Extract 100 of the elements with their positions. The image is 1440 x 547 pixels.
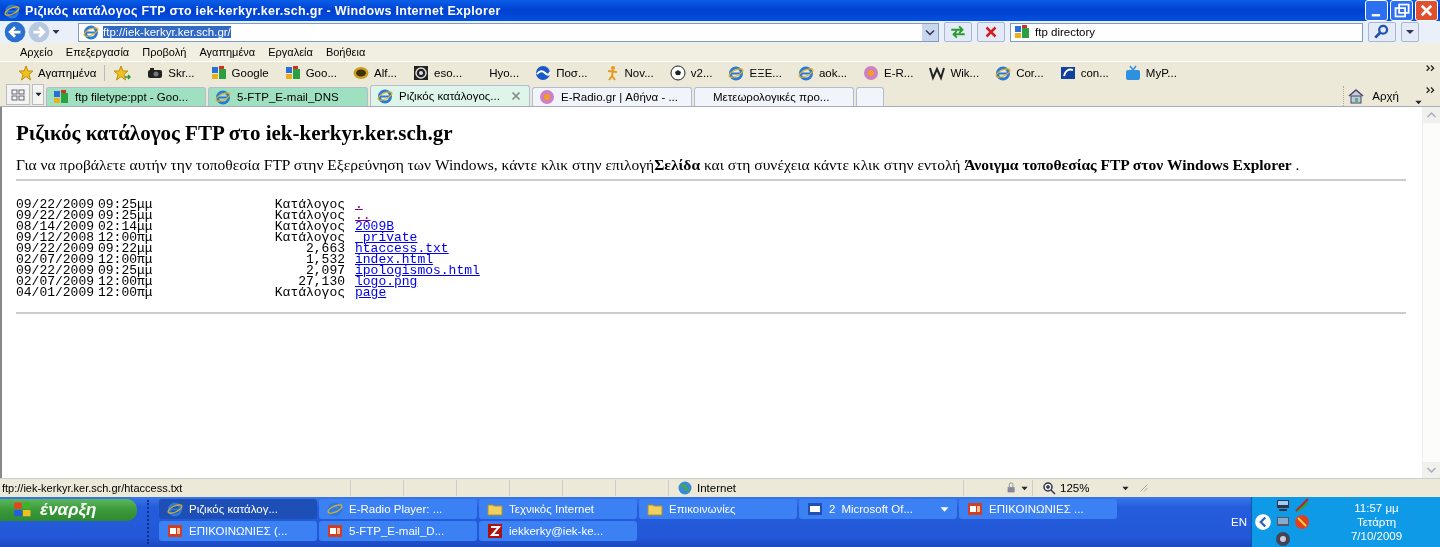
minimize-icon[interactable]	[1365, 0, 1388, 21]
shield-icon[interactable]	[1293, 514, 1311, 530]
search-field[interactable]: ftp directory	[1010, 22, 1363, 42]
house-icon	[1348, 88, 1365, 105]
favorite-link[interactable]: Skr...	[147, 64, 195, 81]
favorite-link[interactable]: con...	[1059, 64, 1109, 81]
disc-icon	[413, 64, 429, 81]
back-icon[interactable]	[4, 21, 26, 43]
refresh-icon[interactable]	[944, 22, 972, 42]
dropdown-icon[interactable]	[1401, 22, 1419, 42]
favorite-link[interactable]: Wik...	[929, 64, 980, 81]
dropdown-icon[interactable]	[1021, 484, 1028, 492]
file-size: Κατάλογος	[273, 232, 345, 244]
ie-logo-icon	[995, 64, 1012, 81]
file-date: 02/07/2009	[16, 254, 95, 266]
menu-item[interactable]: Βοήθεια	[325, 45, 366, 58]
file-link[interactable]: htaccess.txt	[355, 243, 449, 255]
start-button[interactable]: έναρξη	[0, 499, 137, 521]
favorite-link[interactable]: Alf...	[352, 64, 397, 81]
globe-icon	[677, 480, 693, 497]
menu-item[interactable]: Αγαπημένα	[199, 45, 256, 58]
round-app-icon[interactable]	[1274, 531, 1292, 547]
taskbar-button[interactable]: E-Radio Player: ...	[319, 499, 477, 519]
menu-item[interactable]: Προβολή	[142, 45, 187, 58]
file-link[interactable]: index.html	[355, 254, 433, 266]
favorite-link[interactable]: Nov...	[603, 64, 654, 81]
ie-logo-icon	[83, 24, 99, 40]
restore-icon[interactable]	[1390, 0, 1413, 21]
browser-tab[interactable]: E-Radio.gr | Αθήνα - ...	[532, 87, 692, 107]
file-link[interactable]: 2009B	[355, 221, 394, 233]
menu-item[interactable]: Εργαλεία	[268, 45, 313, 58]
browser-tab[interactable]: Ριζικός κατάλογος...	[370, 85, 530, 107]
taskbar-button[interactable]: ΕΠΙΚΟΙΝΩΝΙΕΣ (...	[159, 521, 317, 541]
file-link[interactable]: ..	[355, 210, 371, 222]
file-size: Κατάλογος	[273, 287, 345, 299]
presentation-icon	[167, 523, 183, 539]
address-field[interactable]: ftp://iek-kerkyr.ker.sch.gr/	[78, 22, 939, 42]
ie-logo-icon	[167, 501, 183, 517]
favorite-link[interactable]: Hyo...	[478, 66, 520, 79]
taskbar-button[interactable]: 5-FTP_E-mail_D...	[319, 521, 477, 541]
ie-logo-icon	[377, 88, 393, 105]
flower-icon	[539, 89, 555, 106]
ie-logo-icon	[327, 501, 343, 517]
taskbar-button[interactable]: Τεχνικός Internet	[479, 499, 637, 519]
menu-item[interactable]: Επεξεργασία	[65, 45, 130, 58]
favorite-link[interactable]: ΕΞΕ...	[728, 64, 782, 81]
search-icon[interactable]	[1368, 22, 1396, 42]
file-link[interactable]: ipologismos.html	[355, 265, 480, 277]
instruction-text: Για να προβάλετε αυτήν την τοποθεσία FTP στην Εξερεύνηση των Windows, κάντε κλικ στην επιλογήΣελίδα και στη συνέχεια κάντε κλικ στην εντολή Άνοιγμα τοποθεσίας FTP στον Windows Explorer .	[16, 156, 1301, 174]
browser-tab[interactable]: ftp filetype:ppt - Goo...	[46, 87, 206, 107]
file-link[interactable]: _private	[355, 232, 418, 244]
taskbar-button[interactable]: 2 Microsoft Of...	[799, 499, 957, 519]
language-indicator[interactable]: EN	[1231, 516, 1247, 528]
dropdown-icon[interactable]	[52, 28, 60, 36]
file-date: 09/22/2009	[16, 210, 95, 222]
close-icon[interactable]	[1415, 0, 1438, 21]
toolbar-logo-icon	[210, 64, 227, 81]
browser-tab[interactable]: 5-FTP_E-mail_DNS	[208, 87, 368, 107]
taskbar-button[interactable]: iekkerky@iek-ke...	[479, 521, 637, 541]
favorite-link[interactable]: aok...	[797, 64, 848, 81]
favorite-link[interactable]: v2...	[669, 64, 713, 81]
menu-item[interactable]: Αρχείο	[20, 45, 53, 58]
favorite-link[interactable]: Goo...	[284, 64, 337, 81]
favorite-link[interactable]: Cor...	[995, 64, 1044, 81]
favorite-link[interactable]: eso...	[413, 64, 463, 81]
home-button[interactable]: Αρχή	[1343, 86, 1403, 107]
file-size: 2,663	[306, 243, 345, 255]
file-size: Κατάλογος	[273, 221, 345, 233]
computer-icon[interactable]	[1274, 497, 1292, 513]
favorite-link[interactable]: E-R...	[863, 64, 914, 81]
favorites-button[interactable]: Αγαπημένα	[18, 64, 97, 81]
ie-logo-icon	[4, 2, 20, 19]
clock-date: 7/10/2009	[1350, 529, 1403, 543]
toolbar-logo-icon	[1014, 24, 1030, 40]
browser-tab[interactable]: Μετεωρολογικές προ...	[694, 87, 854, 107]
star-icon	[18, 64, 34, 81]
add-favorite-icon[interactable]	[113, 64, 132, 81]
taskbar-button[interactable]: Ριζικός κατάλογ...	[159, 499, 317, 519]
taskbar-button[interactable]: ΕΠΙΚΟΙΝΩΝΙΕΣ ...	[959, 499, 1117, 519]
file-time: 12:00πμ	[98, 232, 154, 244]
expand-tray-icon[interactable]	[1254, 513, 1272, 531]
favorite-link[interactable]: Google	[210, 64, 269, 81]
tab-list-button[interactable]	[32, 84, 44, 106]
window-title: Ριζικός κατάλογος FTP στο iek-kerkyr.ker.sch.gr - Windows Internet Explorer	[25, 3, 502, 18]
status-text: ftp://iek-kerkyr.ker.sch.gr/htaccess.txt	[1, 482, 184, 495]
file-link[interactable]: .	[355, 199, 363, 211]
clock-day: Τετάρτη	[1356, 515, 1397, 529]
file-date: 08/14/2009	[16, 221, 95, 233]
dropdown-icon	[940, 504, 949, 514]
file-time: 12:00πμ	[98, 287, 154, 299]
dropdown-icon[interactable]	[1415, 99, 1422, 107]
file-link[interactable]: logo.png	[355, 276, 418, 288]
favorite-link[interactable]: MyP...	[1124, 64, 1177, 81]
wave-icon	[535, 64, 552, 81]
file-link[interactable]: page	[355, 287, 387, 299]
stop-icon[interactable]	[977, 22, 1005, 42]
zoom-control[interactable]: 125%	[1032, 480, 1137, 497]
favorite-link[interactable]: Ποσ...	[535, 64, 588, 81]
taskbar-button[interactable]: Επικοινωνίες	[639, 499, 797, 519]
dropdown-icon[interactable]	[922, 23, 938, 41]
